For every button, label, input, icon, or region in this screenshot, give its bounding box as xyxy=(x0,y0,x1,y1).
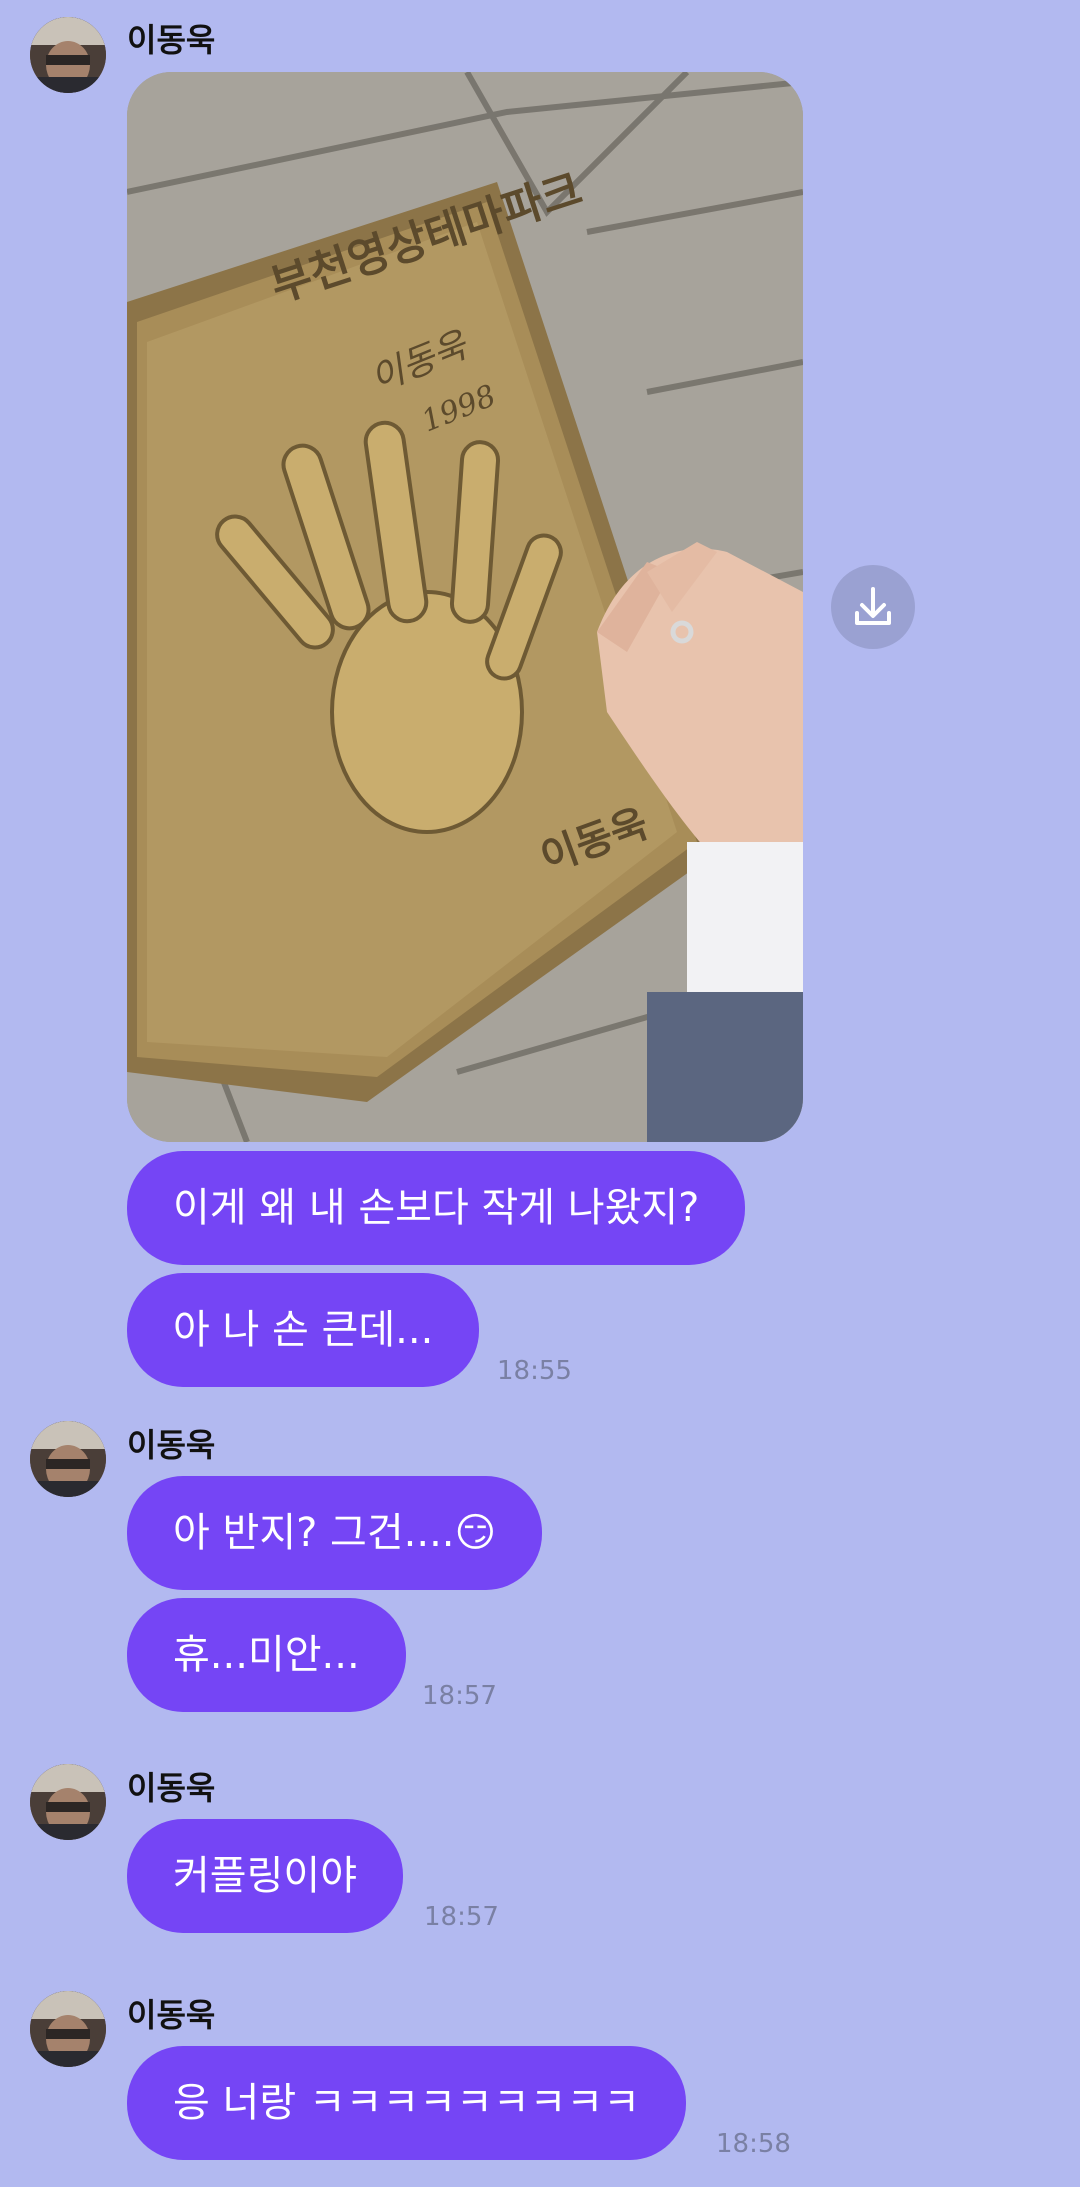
handprint-plaque-photo: 부천영상테마파크 이동욱 1998 이동욱 xyxy=(127,72,803,1142)
download-button[interactable] xyxy=(831,565,915,649)
sender-name: 이동욱 xyxy=(127,21,216,59)
message-timestamp: 18:58 xyxy=(716,2129,791,2159)
message-bubble[interactable]: 이게 왜 내 손보다 작게 나왔지? xyxy=(127,1151,746,1265)
message-timestamp: 18:57 xyxy=(424,1902,499,1932)
message-bubble[interactable]: 휴...미안... xyxy=(127,1598,406,1712)
photo-message[interactable]: 부천영상테마파크 이동욱 1998 이동욱 xyxy=(127,72,803,1142)
sender-name: 이동욱 xyxy=(127,1996,216,2034)
sender-name: 이동욱 xyxy=(127,1769,216,1807)
sender-avatar[interactable] xyxy=(30,17,106,93)
sender-avatar[interactable] xyxy=(30,1421,106,1497)
sender-avatar[interactable] xyxy=(30,1764,106,1840)
sender-name: 이동욱 xyxy=(127,1426,216,1464)
message-bubble[interactable]: 응 너랑 ㅋㅋㅋㅋㅋㅋㅋㅋㅋ xyxy=(127,2046,687,2160)
message-bubble[interactable]: 아 반지? 그건....😏 xyxy=(127,1476,543,1590)
message-bubble[interactable]: 커플링이야 xyxy=(127,1819,403,1933)
message-bubble[interactable]: 아 나 손 큰데... xyxy=(127,1273,480,1387)
download-icon xyxy=(855,587,891,625)
message-timestamp: 18:57 xyxy=(422,1681,497,1711)
message-timestamp: 18:55 xyxy=(497,1356,572,1386)
sender-avatar[interactable] xyxy=(30,1991,106,2067)
